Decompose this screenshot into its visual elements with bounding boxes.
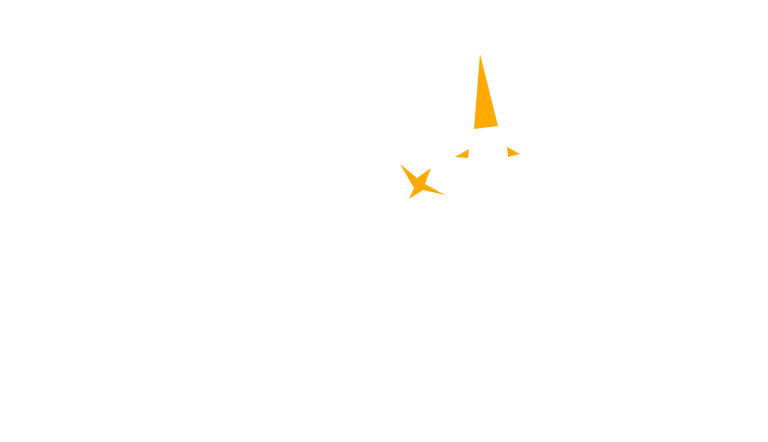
illustration-canvas bbox=[0, 0, 768, 442]
background bbox=[0, 0, 768, 442]
